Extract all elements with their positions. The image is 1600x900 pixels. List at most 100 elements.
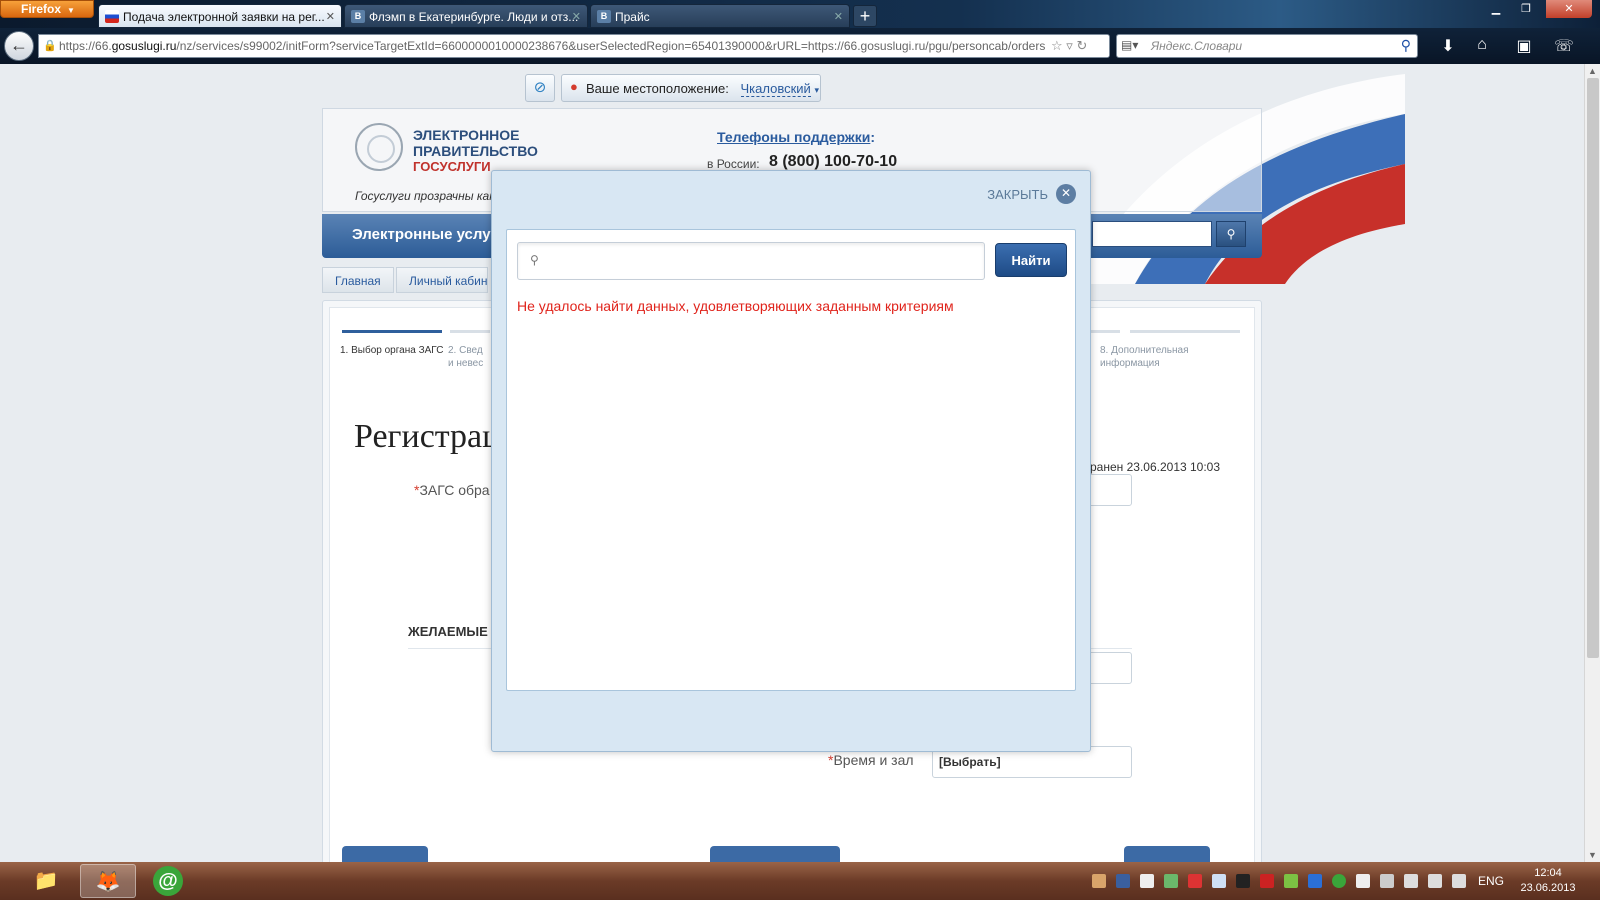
step-1[interactable]: 1. Выбор органа ЗАГС [340,344,450,357]
address-bar[interactable]: 🔒 https://66.gosuslugi.ru/nz/services/s9… [38,34,1110,58]
tray-bluetooth-icon[interactable] [1308,874,1322,888]
mail-agent-icon[interactable]: @ [140,864,196,898]
tab-close-icon[interactable]: ✕ [834,10,843,23]
tray-app-icon[interactable] [1092,874,1106,888]
back-step-button[interactable] [342,846,428,862]
tray-display-icon[interactable] [1116,874,1130,888]
chat-icon[interactable]: ☏ [1552,36,1576,56]
taskbar-clock[interactable]: 12:04 23.06.2013 [1516,866,1580,896]
location-city[interactable]: Чкаловский [740,81,811,97]
clock-time: 12:04 [1534,867,1562,879]
clock-date: 23.06.2013 [1520,882,1576,894]
modal-search-input[interactable] [550,249,978,273]
tab-price[interactable]: B Прайс ✕ [590,4,850,28]
home-icon[interactable]: ⌂ [1470,36,1494,54]
tray-device-icon[interactable] [1404,874,1418,888]
support-phone: 8 (800) 100-70-10 [769,153,898,170]
services-bar-title: Электронные услу [352,226,491,243]
tab-title: Подача электронной заявки на рег... [123,10,325,24]
step-progress-7 [1090,330,1120,333]
reload-icon[interactable]: ↻ [1076,38,1087,53]
url-path: /nz/services/s99002/initForm?serviceTarg… [176,39,1060,53]
star-icon[interactable]: ☆ [1051,38,1063,53]
url-actions: ☆ ▿ ↻ [1045,35,1109,57]
search-placeholder: Яндекс.Словари [1151,39,1243,53]
search-icon: ⚲ [530,253,539,267]
window-close-button[interactable]: ✕ [1546,0,1592,18]
saved-note: ранен 23.06.2013 10:03 [1090,460,1221,474]
tab-close-icon[interactable]: ✕ [572,10,581,23]
search-engine-icon[interactable]: ▤▾ [1121,38,1138,52]
site-search-button[interactable]: ⚲ [1216,221,1246,247]
tray-window-icon[interactable] [1212,874,1226,888]
chevron-down-icon: ▼ [67,6,75,15]
chevron-down-icon: ▾ [814,85,819,95]
download-icon[interactable]: ⬇ [1436,36,1460,56]
tray-settings-icon[interactable] [1380,874,1394,888]
explorer-icon[interactable]: 📁 [18,864,74,898]
scrollbar-thumb[interactable] [1587,78,1599,658]
restore-button[interactable]: ❐ [1512,0,1540,18]
support-title: Телефоны поддержки: [717,129,875,145]
breadcrumb-cabinet[interactable]: Личный кабин [396,267,488,293]
tray-nvidia-icon[interactable] [1284,874,1298,888]
support-link[interactable]: Телефоны поддержки [717,129,870,145]
gosuslugi-logo-icon[interactable] [355,123,403,171]
compass-icon[interactable]: ⊘ [525,74,555,102]
minimize-button[interactable]: ▁ [1482,0,1510,18]
save-draft-button[interactable] [710,846,840,862]
scroll-down-icon[interactable]: ▼ [1588,850,1597,860]
tab-title: Флэмп в Екатеринбурге. Люди и отз... [369,10,579,24]
map-pin-icon: ● [570,79,578,94]
firefox-menu-button[interactable]: Firefox ▼ [0,0,94,18]
url-prefix: https://66. [59,39,112,53]
close-icon[interactable]: ✕ [1056,184,1076,204]
dropdown-icon[interactable]: ▿ [1066,38,1073,53]
back-button[interactable]: ← [4,31,34,61]
search-bar[interactable]: ▤▾ Яндекс.Словари ⚲ [1116,34,1418,58]
tray-network-off-icon[interactable] [1356,874,1370,888]
tray-antivirus-icon[interactable] [1260,874,1274,888]
browser-nav-bar: ← 🔒 https://66.gosuslugi.ru/nz/services/… [0,28,1600,64]
scroll-up-icon[interactable]: ▲ [1588,66,1597,76]
russia-flag-icon [105,10,119,23]
tray-mail-icon[interactable] [1332,874,1346,888]
tray-alert-icon[interactable] [1188,874,1202,888]
tray-camera-icon[interactable] [1236,874,1250,888]
tray-flag-icon[interactable] [1140,874,1154,888]
support-region: в России: [707,157,760,171]
zags-label: *ЗАГС обра [414,482,490,498]
search-icon[interactable]: ⚲ [1401,37,1411,54]
next-step-button[interactable] [1124,846,1210,862]
page-viewport: ⊘ ● Ваше местоположение: Чкаловский ▾ ЭЛ… [0,64,1584,862]
step-progress-1 [342,330,442,333]
language-indicator[interactable]: ENG [1478,874,1504,888]
time-label: *Время и зал [828,752,914,768]
search-icon: ⚲ [1226,227,1236,241]
search-modal: ЗАКРЫТЬ ✕ ⚲ Найти Не удалось найти данны… [491,170,1091,752]
step-progress-8 [1130,330,1240,333]
page-scrollbar[interactable]: ▲ ▼ [1584,64,1600,862]
modal-search-box[interactable]: ⚲ [517,242,985,280]
tray-drive-icon[interactable] [1164,874,1178,888]
step-8[interactable]: 8. Дополнительная информация [1100,344,1210,370]
url-domain: gosuslugi.ru [111,39,177,53]
logo-line-1: ЭЛЕКТРОННОЕ [413,127,520,143]
tab-close-icon[interactable]: ✕ [326,10,335,23]
tab-gosuslugi[interactable]: Подача электронной заявки на рег... ✕ [98,4,342,28]
modal-close-button[interactable]: ЗАКРЫТЬ ✕ [987,183,1076,205]
tab-flamp[interactable]: B Флэмп в Екатеринбурге. Люди и отз... ✕ [344,4,588,28]
find-button[interactable]: Найти [995,243,1067,277]
breadcrumb-home[interactable]: Главная [322,267,394,293]
tray-volume-icon[interactable] [1452,874,1466,888]
tray-network-icon[interactable] [1428,874,1442,888]
desired-section-title: ЖЕЛАЕМЫЕ [408,624,488,639]
firefox-taskbar-icon[interactable]: 🦊 [80,864,136,898]
vk-icon: B [351,10,365,23]
step-2[interactable]: 2. Свед и невес [448,344,488,370]
site-search-input[interactable] [1092,221,1212,247]
modal-close-label: ЗАКРЫТЬ [987,186,1048,202]
new-tab-button[interactable]: + [853,5,877,27]
bookmarks-icon[interactable]: ▣ [1512,36,1536,56]
location-selector[interactable]: ● Ваше местоположение: Чкаловский ▾ [561,74,821,102]
